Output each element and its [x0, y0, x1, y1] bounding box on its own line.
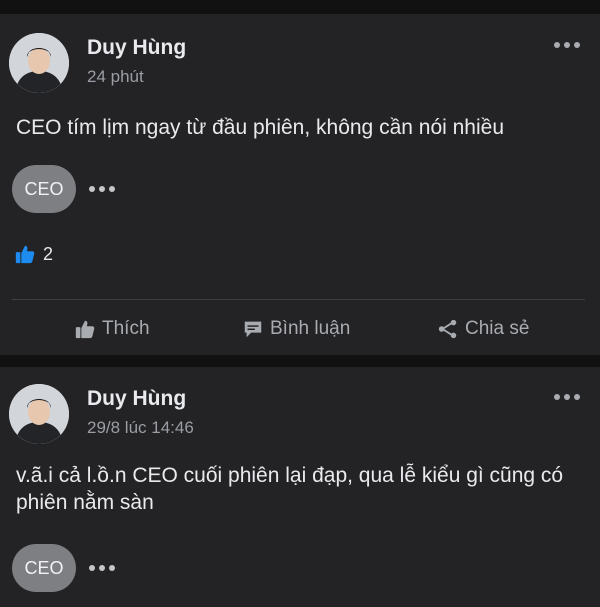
thumbs-up-icon [75, 320, 95, 339]
avatar[interactable] [9, 384, 69, 444]
reaction-count: 2 [43, 243, 54, 264]
tag-chip[interactable]: CEO [12, 165, 76, 213]
more-icon[interactable] [554, 392, 580, 402]
post-time[interactable]: 24 phút [87, 67, 144, 87]
comment-icon [244, 321, 262, 338]
like-button[interactable]: Thích [74, 312, 150, 346]
more-icon[interactable] [89, 185, 115, 193]
post-card: Duy Hùng 29/8 lúc 14:46 v.ã.i cả l.ồ.n C… [0, 367, 600, 607]
thumbs-up-icon [15, 245, 35, 264]
share-button[interactable]: Chia sẻ [437, 312, 529, 346]
post-card: Duy Hùng 24 phút CEO tím lịm ngay từ đầu… [0, 14, 600, 355]
share-icon [438, 319, 457, 339]
author-name[interactable]: Duy Hùng [87, 36, 186, 60]
post-text: CEO tím lịm ngay từ đầu phiên, không cần… [16, 116, 505, 139]
reactions-summary[interactable]: 2 [14, 243, 53, 265]
comment-label: Bình luận [270, 318, 351, 339]
more-icon[interactable] [89, 564, 115, 572]
post-time[interactable]: 29/8 lúc 14:46 [87, 418, 194, 438]
avatar[interactable] [9, 33, 69, 93]
more-icon[interactable] [554, 40, 580, 50]
like-label: Thích [102, 318, 150, 339]
share-label: Chia sẻ [465, 318, 530, 339]
post-text: v.ã.i cả l.ồ.n CEO cuối phiên lại đạp, q… [16, 464, 564, 514]
comment-button[interactable]: Bình luận [242, 312, 350, 346]
tag-chip[interactable]: CEO [12, 544, 76, 592]
action-bar: Thích Bình luận Chia sẻ [0, 312, 600, 346]
author-name[interactable]: Duy Hùng [87, 387, 186, 411]
divider [12, 299, 585, 300]
